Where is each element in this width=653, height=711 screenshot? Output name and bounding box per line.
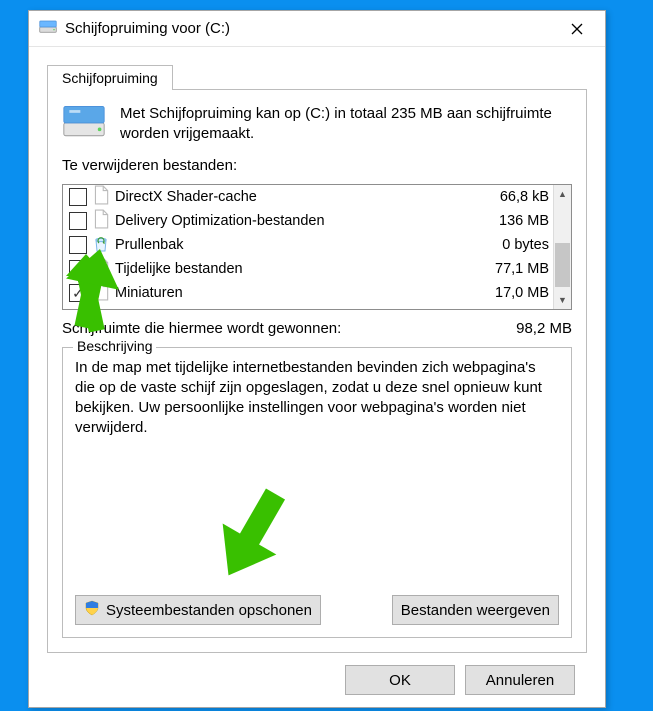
- scroll-track[interactable]: [554, 203, 571, 291]
- summary-text: Met Schijfopruiming kan op (C:) in totaa…: [120, 104, 572, 145]
- drive-icon: [39, 20, 57, 38]
- files-label: Te verwijderen bestanden:: [62, 157, 572, 174]
- close-button[interactable]: [557, 15, 597, 43]
- file-name: Delivery Optimization-bestanden: [115, 213, 493, 229]
- recycle-bin-icon: [93, 233, 109, 257]
- description-group: Beschrijving In de map met tijdelijke in…: [62, 347, 572, 639]
- cancel-label: Annuleren: [486, 672, 554, 689]
- gained-label: Schijfruimte die hiermee wordt gewonnen:: [62, 320, 516, 337]
- ok-button[interactable]: OK: [345, 665, 455, 695]
- file-size: 0 bytes: [502, 237, 553, 253]
- tab-strip: Schijfopruiming: [47, 61, 587, 89]
- file-icon: [93, 185, 109, 209]
- file-checkbox[interactable]: [69, 260, 87, 278]
- file-name: Prullenbak: [115, 237, 496, 253]
- file-row[interactable]: Tijdelijke bestanden 77,1 MB: [63, 257, 553, 281]
- window-title: Schijfopruiming voor (C:): [65, 20, 230, 37]
- file-checkbox[interactable]: [69, 212, 87, 230]
- description-legend: Beschrijving: [73, 338, 156, 354]
- drive-icon: [62, 104, 106, 143]
- tab-schijfopruiming[interactable]: Schijfopruiming: [47, 65, 173, 90]
- file-checkbox[interactable]: [69, 236, 87, 254]
- file-icon: [93, 257, 109, 281]
- clean-system-files-label: Systeembestanden opschonen: [106, 602, 312, 619]
- file-size: 17,0 MB: [495, 285, 553, 301]
- file-size: 136 MB: [499, 213, 553, 229]
- scroll-down-button[interactable]: ▼: [554, 291, 571, 309]
- scroll-up-button[interactable]: ▲: [554, 185, 571, 203]
- description-text: In de map met tijdelijke internetbestand…: [75, 358, 559, 596]
- scrollbar[interactable]: ▲ ▼: [553, 185, 571, 309]
- file-row[interactable]: DirectX Shader-cache 66,8 kB: [63, 185, 553, 209]
- file-size: 77,1 MB: [495, 261, 553, 277]
- clean-system-files-button[interactable]: Systeembestanden opschonen: [75, 595, 321, 625]
- file-icon: [93, 209, 109, 233]
- ok-label: OK: [389, 672, 411, 689]
- file-row[interactable]: Delivery Optimization-bestanden 136 MB: [63, 209, 553, 233]
- view-files-label: Bestanden weergeven: [401, 602, 550, 619]
- file-icon: [93, 281, 109, 305]
- cancel-button[interactable]: Annuleren: [465, 665, 575, 695]
- tab-content: Met Schijfopruiming kan op (C:) in totaa…: [47, 89, 587, 653]
- disk-cleanup-dialog: Schijfopruiming voor (C:) Schijfopruimin…: [28, 10, 606, 708]
- file-name: Miniaturen: [115, 285, 489, 301]
- file-row[interactable]: Miniaturen 17,0 MB: [63, 281, 553, 305]
- titlebar[interactable]: Schijfopruiming voor (C:): [29, 11, 605, 47]
- shield-icon: [84, 600, 100, 620]
- file-name: DirectX Shader-cache: [115, 189, 494, 205]
- files-list: DirectX Shader-cache 66,8 kB Delivery Opti…: [62, 184, 572, 310]
- view-files-button[interactable]: Bestanden weergeven: [392, 595, 559, 625]
- scroll-thumb[interactable]: [555, 243, 570, 287]
- file-checkbox[interactable]: [69, 188, 87, 206]
- file-name: Tijdelijke bestanden: [115, 261, 489, 277]
- file-row[interactable]: Prullenbak 0 bytes: [63, 233, 553, 257]
- gained-value: 98,2 MB: [516, 320, 572, 337]
- file-size: 66,8 kB: [500, 189, 553, 205]
- file-checkbox[interactable]: [69, 284, 87, 302]
